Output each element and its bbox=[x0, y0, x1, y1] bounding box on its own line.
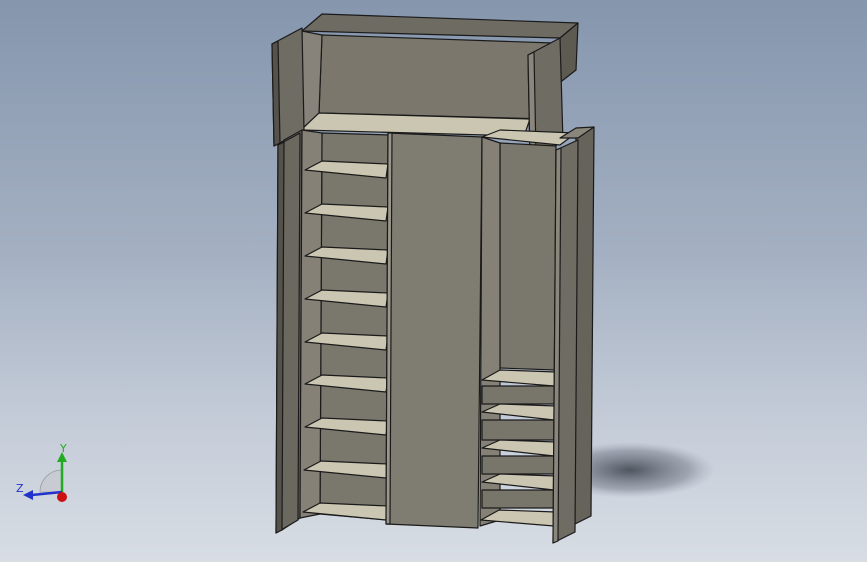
drawer-front[interactable] bbox=[481, 385, 555, 405]
y-axis-label: Y bbox=[59, 442, 67, 455]
lower-left-door-edge bbox=[275, 141, 285, 534]
drawer-front[interactable] bbox=[481, 419, 555, 441]
z-axis-line bbox=[31, 490, 63, 497]
upper-top-panel[interactable] bbox=[301, 13, 579, 39]
left-compartment-inner-side bbox=[299, 129, 323, 519]
right-compartment-back[interactable] bbox=[499, 142, 557, 371]
shelf[interactable] bbox=[302, 502, 389, 521]
drawer-front[interactable] bbox=[481, 489, 555, 509]
center-divider-door[interactable] bbox=[385, 132, 483, 529]
z-axis-label: Z bbox=[16, 482, 24, 495]
orientation-triad[interactable]: Y Z bbox=[10, 440, 80, 515]
z-axis-arrow bbox=[23, 490, 33, 500]
graphics-viewport[interactable]: Y Z bbox=[0, 0, 867, 562]
right-lower-shelves bbox=[480, 369, 557, 527]
drawer-front[interactable] bbox=[481, 455, 555, 475]
triad-arc bbox=[39, 469, 63, 493]
wardrobe-model[interactable] bbox=[0, 0, 867, 562]
upper-left-door-edge bbox=[271, 40, 281, 147]
upper-back-panel[interactable] bbox=[318, 34, 554, 120]
x-axis-dot bbox=[57, 492, 67, 502]
